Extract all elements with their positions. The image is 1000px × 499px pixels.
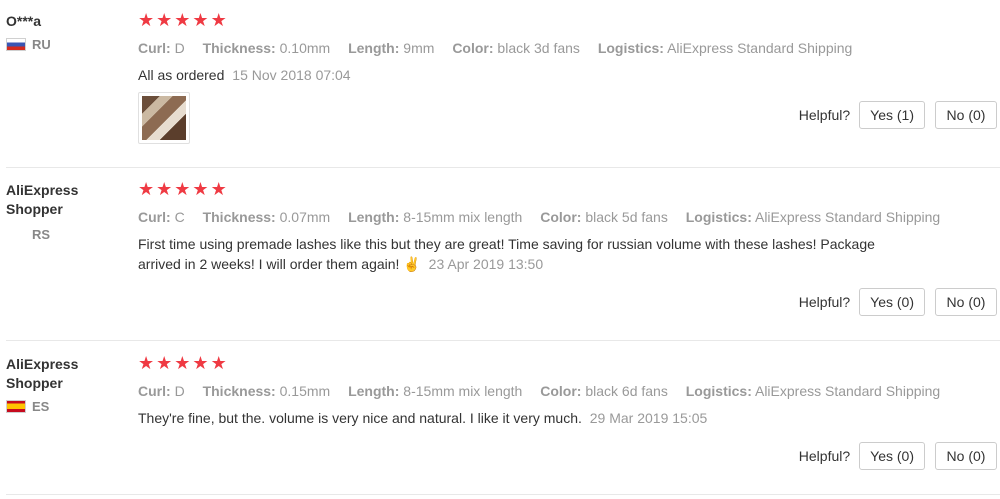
reviewer-country: RS [6, 227, 126, 242]
country-code: ES [32, 399, 50, 414]
review-text: All as ordered 15 Nov 2018 07:04 [138, 65, 918, 85]
star-icon: ★ [192, 10, 209, 31]
country-code: RS [32, 227, 51, 242]
review-date: 23 Apr 2019 13:50 [428, 256, 544, 272]
review-content: ★ ★ ★ ★ ★ Curl: D Thickness: 0.15mm Leng… [138, 355, 998, 428]
reviewer-info: O***a RU [6, 12, 126, 52]
star-icon: ★ [210, 10, 227, 31]
attr-curl: Curl: D [138, 40, 185, 56]
divider [6, 167, 1000, 168]
attr-color: Color: black 6d fans [540, 383, 668, 399]
review-item: AliExpress Shopper ES ★ ★ ★ ★ ★ Curl: D … [0, 355, 1000, 495]
review-item: AliExpress Shopper RS ★ ★ ★ ★ ★ Curl: C … [0, 181, 1000, 341]
reviewer-info: AliExpress Shopper ES [6, 355, 126, 414]
attr-length: Length: 9mm [348, 40, 435, 56]
product-attributes: Curl: C Thickness: 0.07mm Length: 8-15mm… [138, 208, 998, 226]
star-rating: ★ ★ ★ ★ ★ [138, 12, 998, 30]
star-icon: ★ [156, 353, 173, 374]
attr-color: Color: black 5d fans [540, 209, 668, 225]
helpful-no-button[interactable]: No (0) [935, 101, 997, 129]
helpful-yes-button[interactable]: Yes (0) [859, 288, 925, 316]
divider [6, 494, 1000, 495]
helpful-label: Helpful? [798, 107, 851, 123]
review-content: ★ ★ ★ ★ ★ Curl: C Thickness: 0.07mm Leng… [138, 181, 998, 274]
star-icon: ★ [174, 179, 191, 200]
product-attributes: Curl: D Thickness: 0.15mm Length: 8-15mm… [138, 382, 998, 400]
review-item: O***a RU ★ ★ ★ ★ ★ Curl: D Thickness: 0.… [0, 12, 1000, 167]
helpful-no-button[interactable]: No (0) [935, 288, 997, 316]
star-icon: ★ [210, 353, 227, 374]
product-attributes: Curl: D Thickness: 0.10mm Length: 9mm Co… [138, 39, 998, 57]
attr-thickness: Thickness: 0.15mm [202, 383, 331, 399]
review-date: 15 Nov 2018 07:04 [232, 67, 351, 83]
review-photo-thumbnail[interactable] [138, 92, 190, 144]
reviewer-name: O***a [6, 13, 42, 29]
reviewer-name: AliExpress Shopper [6, 182, 79, 217]
helpful-no-button[interactable]: No (0) [935, 442, 997, 470]
star-rating: ★ ★ ★ ★ ★ [138, 181, 998, 199]
star-icon: ★ [210, 179, 227, 200]
star-icon: ★ [156, 179, 173, 200]
reviewer-info: AliExpress Shopper RS [6, 181, 126, 242]
attr-length: Length: 8-15mm mix length [348, 209, 523, 225]
attr-curl: Curl: D [138, 383, 185, 399]
helpful-controls: Helpful? Yes (0) No (0) [799, 288, 997, 316]
review-body: They're fine, but the. volume is very ni… [138, 410, 582, 426]
attr-curl: Curl: C [138, 209, 185, 225]
star-icon: ★ [138, 10, 155, 31]
star-rating: ★ ★ ★ ★ ★ [138, 355, 998, 373]
review-body: All as ordered [138, 67, 225, 83]
country-code: RU [32, 37, 51, 52]
star-icon: ★ [156, 10, 173, 31]
reviewer-country: ES [6, 399, 126, 414]
attr-thickness: Thickness: 0.10mm [202, 40, 331, 56]
attr-thickness: Thickness: 0.07mm [202, 209, 331, 225]
attr-logistics: Logistics: AliExpress Standard Shipping [685, 209, 941, 225]
helpful-label: Helpful? [798, 294, 851, 310]
helpful-yes-button[interactable]: Yes (0) [859, 442, 925, 470]
star-icon: ★ [138, 179, 155, 200]
star-icon: ★ [174, 10, 191, 31]
attr-logistics: Logistics: AliExpress Standard Shipping [685, 383, 941, 399]
helpful-yes-button[interactable]: Yes (1) [859, 101, 925, 129]
star-icon: ★ [138, 353, 155, 374]
star-icon: ★ [192, 179, 209, 200]
reviewer-country: RU [6, 37, 126, 52]
review-content: ★ ★ ★ ★ ★ Curl: D Thickness: 0.10mm Leng… [138, 12, 998, 85]
review-date: 29 Mar 2019 15:05 [589, 410, 708, 426]
russia-flag-icon [6, 38, 26, 51]
star-icon: ★ [192, 353, 209, 374]
helpful-label: Helpful? [798, 448, 851, 464]
spain-flag-icon [6, 400, 26, 413]
review-text: They're fine, but the. volume is very ni… [138, 408, 918, 428]
divider [6, 340, 1000, 341]
reviewer-name: AliExpress Shopper [6, 356, 79, 391]
attr-logistics: Logistics: AliExpress Standard Shipping [597, 40, 853, 56]
helpful-controls: Helpful? Yes (1) No (0) [799, 101, 997, 129]
attr-color: Color: black 3d fans [452, 40, 580, 56]
helpful-controls: Helpful? Yes (0) No (0) [799, 442, 997, 470]
product-photo [142, 96, 186, 140]
review-text: First time using premade lashes like thi… [138, 234, 918, 274]
attr-length: Length: 8-15mm mix length [348, 383, 523, 399]
star-icon: ★ [174, 353, 191, 374]
